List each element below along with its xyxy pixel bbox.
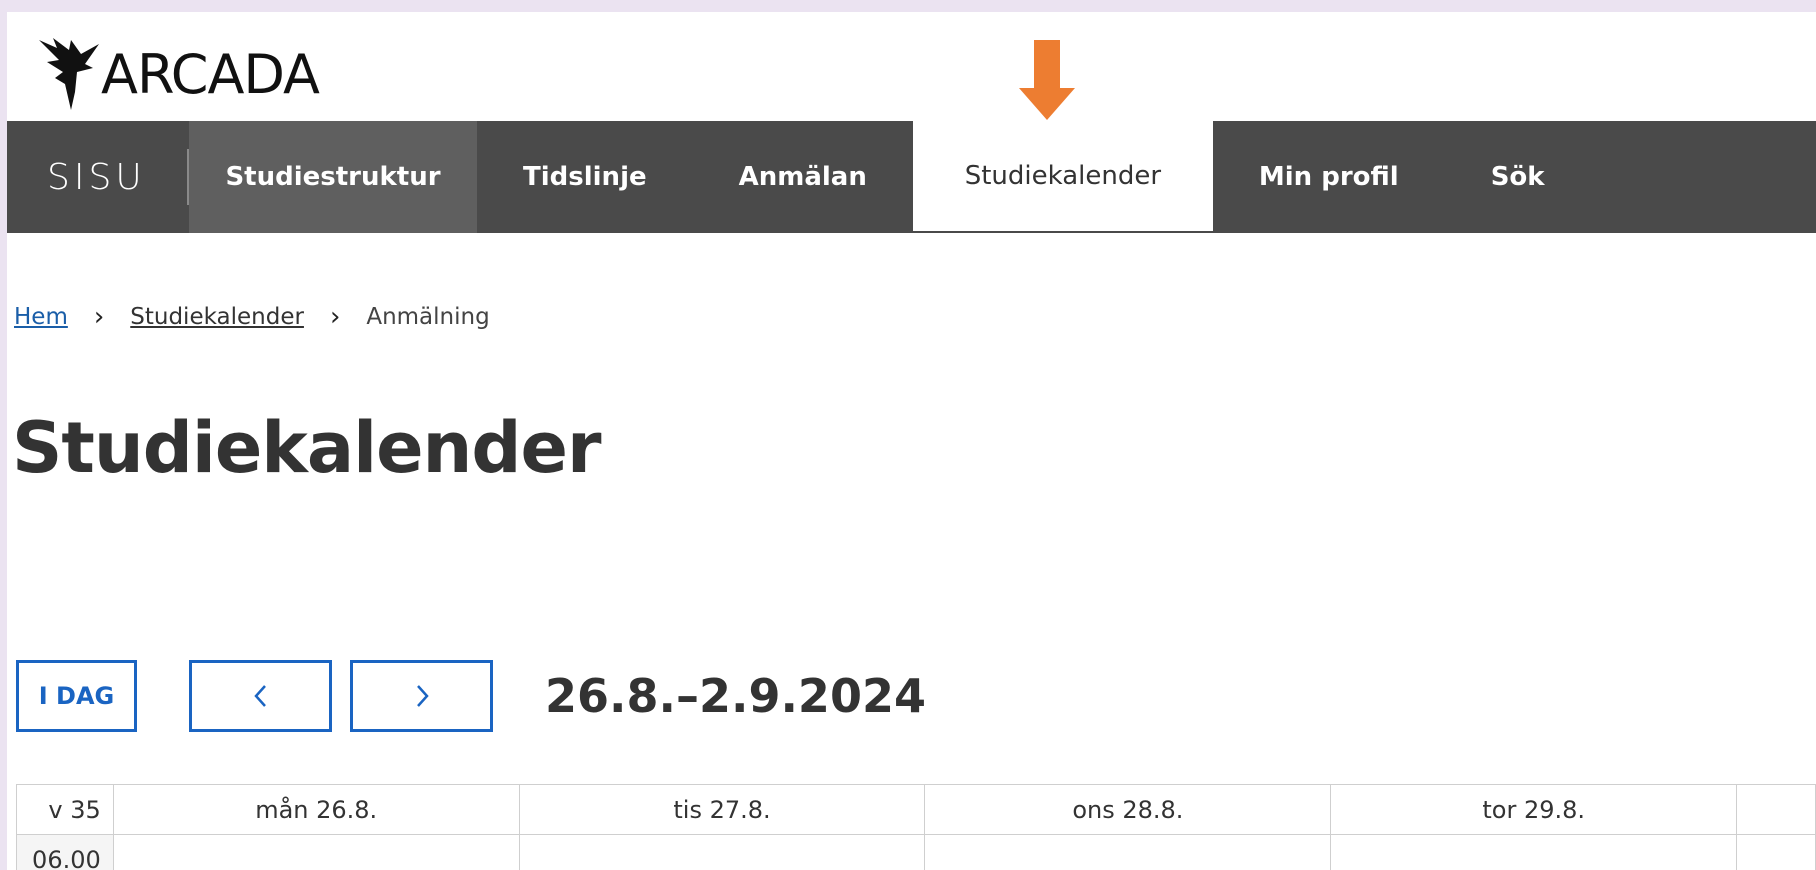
next-week-button[interactable] <box>350 660 493 732</box>
time-slot[interactable] <box>112 834 520 870</box>
calendar-controls: I DAG 26.8.–2.9.2024 <box>16 660 926 732</box>
day-header-mon[interactable]: mån 26.8. <box>112 784 520 835</box>
chevron-left-icon <box>253 685 266 707</box>
chevron-right-icon <box>416 685 429 707</box>
previous-week-button[interactable] <box>189 660 332 732</box>
time-slot[interactable] <box>1330 834 1738 870</box>
breadcrumb: Hem › Studiekalender › Anmälning <box>14 302 490 332</box>
breadcrumb-home-link[interactable]: Hem <box>14 304 68 330</box>
time-label: 06.00 <box>16 834 114 870</box>
calendar-grid: v 35 mån 26.8. tis 27.8. ons 28.8. tor 2… <box>16 784 1816 870</box>
calendar-row-0600: 06.00 <box>16 834 1816 870</box>
day-header-fri[interactable] <box>1736 784 1816 835</box>
main-navigation: SISU Studiestruktur Tidslinje Anmälan St… <box>7 121 1816 233</box>
logo-text: ARCADA <box>101 42 320 106</box>
nav-item-studiekalender[interactable]: Studiekalender <box>912 121 1213 233</box>
orange-down-arrow-icon <box>1019 40 1075 120</box>
day-header-wed[interactable]: ons 28.8. <box>924 784 1332 835</box>
nav-item-min-profil[interactable]: Min profil <box>1213 121 1445 233</box>
day-header-tue[interactable]: tis 27.8. <box>518 784 926 835</box>
breadcrumb-studiekalender-link[interactable]: Studiekalender <box>130 304 304 330</box>
day-header-thu[interactable]: tor 29.8. <box>1330 784 1738 835</box>
page: ARCADA SISU Studiestruktur Tidslinje Anm… <box>7 12 1816 870</box>
breadcrumb-current: Anmälning <box>366 304 490 330</box>
nav-item-sok[interactable]: Sök <box>1445 121 1591 233</box>
arcada-logo[interactable]: ARCADA <box>35 32 320 116</box>
calendar-header-row: v 35 mån 26.8. tis 27.8. ons 28.8. tor 2… <box>16 784 1816 835</box>
page-title: Studiekalender <box>12 407 601 489</box>
chevron-right-icon: › <box>329 302 341 332</box>
nav-item-anmalan[interactable]: Anmälan <box>693 121 913 233</box>
today-button[interactable]: I DAG <box>16 660 137 732</box>
week-number: v 35 <box>16 784 114 835</box>
chevron-right-icon: › <box>93 302 105 332</box>
date-range: 26.8.–2.9.2024 <box>545 669 926 723</box>
nav-item-studiestruktur[interactable]: Studiestruktur <box>189 121 477 233</box>
nav-item-tidslinje[interactable]: Tidslinje <box>477 121 693 233</box>
time-slot[interactable] <box>518 834 926 870</box>
time-slot[interactable] <box>924 834 1332 870</box>
arcada-bird-icon <box>39 38 99 110</box>
time-slot[interactable] <box>1736 834 1816 870</box>
sisu-brand[interactable]: SISU <box>7 149 189 205</box>
